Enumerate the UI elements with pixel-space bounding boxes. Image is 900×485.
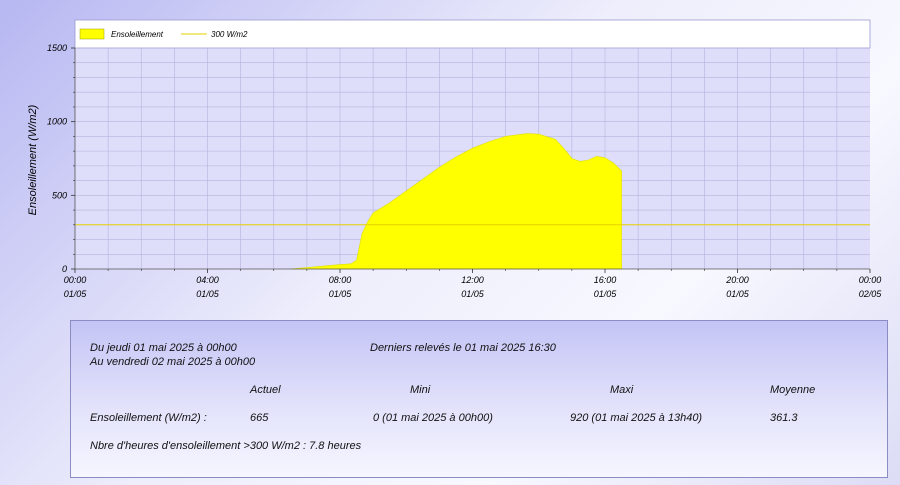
x-tick-date: 01/05: [461, 289, 485, 299]
x-tick-date: 01/05: [594, 289, 618, 299]
x-tick-time: 00:00: [859, 275, 882, 285]
legend-label-ensoleillement: Ensoleillement: [111, 30, 164, 39]
x-tick-date: 01/05: [64, 289, 88, 299]
x-tick-time: 04:00: [196, 275, 219, 285]
x-tick-date: 01/05: [726, 289, 750, 299]
y-ticks: 0 500 1000 1500: [47, 43, 75, 274]
y-tick-label: 500: [52, 190, 67, 200]
legend-swatch-ensoleillement: [79, 28, 105, 40]
header-actuel: Actuel: [250, 384, 281, 396]
period-from: Du jeudi 01 mai 2025 à 00h00: [90, 342, 237, 354]
value-mini: 0 (01 mai 2025 à 00h00): [373, 412, 493, 424]
value-moyenne: 361.3: [770, 412, 798, 424]
period-to: Au vendredi 02 mai 2025 à 00h00: [90, 356, 256, 368]
x-tick-time: 08:00: [329, 275, 352, 285]
header-mini: Mini: [410, 384, 431, 396]
x-tick-date: 01/05: [196, 289, 220, 299]
stats-panel: Du jeudi 01 mai 2025 à 00h00 Au vendredi…: [70, 320, 888, 478]
y-axis-title: Ensoleillement (W/m2): [27, 104, 39, 215]
x-ticks: 00:00 01/05 04:00 01/05 08:00 01/05 12:00 01/05…: [64, 269, 883, 299]
legend-label-threshold: 300 W/m2: [211, 30, 248, 39]
x-tick-date: 02/05: [859, 289, 883, 299]
chart: Ensoleillement 300 W/m2 0 500 1000 1500 00:…: [27, 19, 883, 299]
x-tick-time: 20:00: [725, 275, 749, 285]
header-maxi: Maxi: [610, 384, 634, 396]
header-moyenne: Moyenne: [770, 384, 816, 396]
value-maxi: 920 (01 mai 2025 à 13h40): [570, 412, 703, 424]
row-label: Ensoleillement (W/m2) :: [90, 412, 207, 424]
y-tick-label: 1500: [47, 43, 67, 53]
value-actuel: 665: [250, 412, 269, 424]
last-reading: Derniers relevés le 01 mai 2025 16:30: [370, 342, 556, 354]
x-tick-time: 00:00: [64, 275, 87, 285]
x-tick-time: 12:00: [461, 275, 484, 285]
y-tick-label: 0: [62, 264, 67, 274]
x-tick-date: 01/05: [329, 289, 353, 299]
sunshine-hours: Nbre d'heures d'ensoleillement >300 W/m2…: [90, 440, 362, 452]
y-tick-label: 1000: [47, 117, 67, 127]
x-tick-time: 16:00: [594, 275, 617, 285]
